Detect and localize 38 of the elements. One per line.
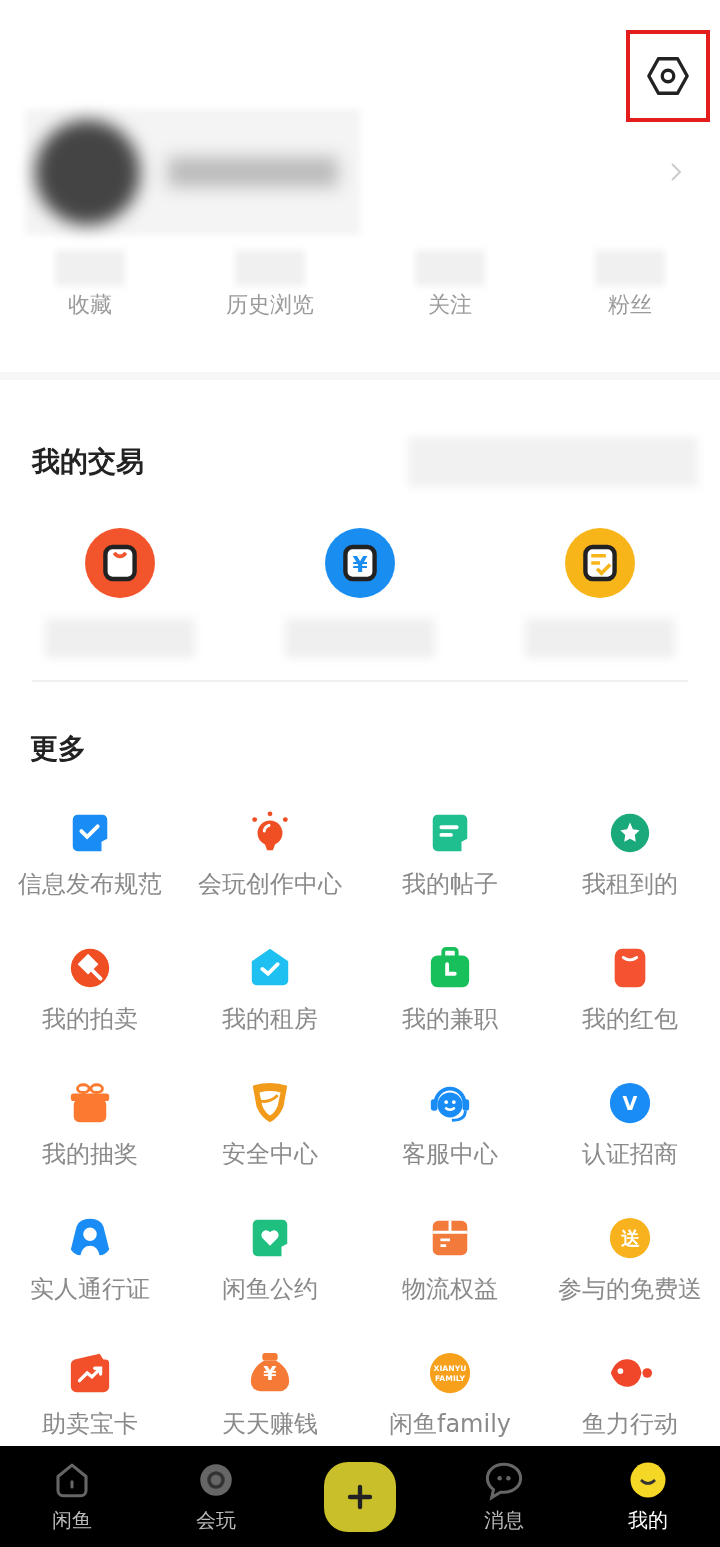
menu-item-label[interactable]: 鱼力行动 bbox=[582, 1408, 678, 1440]
stat-label[interactable]: 粉丝 bbox=[608, 290, 652, 320]
menu-item-label[interactable]: 闲鱼family bbox=[388, 1408, 512, 1440]
chevron-icon bbox=[670, 162, 682, 182]
yuan-icon[interactable]: ¥ bbox=[325, 528, 395, 598]
post-button[interactable] bbox=[324, 1461, 396, 1532]
menu-item-label[interactable]: 天天赚钱 bbox=[222, 1408, 318, 1440]
doc-icon[interactable] bbox=[565, 528, 635, 598]
menu-item-label[interactable]: 我的红包 bbox=[582, 1003, 678, 1035]
bag-icon[interactable] bbox=[85, 528, 155, 598]
menu-item-label[interactable]: 我的租房 bbox=[222, 1003, 318, 1035]
stat-label[interactable]: 关注 bbox=[428, 290, 472, 320]
menu-item-label[interactable]: 客服中心 bbox=[402, 1138, 498, 1170]
stat-label[interactable]: 历史浏览 bbox=[226, 290, 314, 320]
menu-item-label[interactable]: 安全中心 bbox=[222, 1138, 318, 1170]
menu-item-label[interactable]: 物流权益 bbox=[402, 1273, 498, 1305]
menu-item-label[interactable]: 闲鱼公约 bbox=[222, 1273, 318, 1305]
menu-item-label[interactable]: 我的抽奖 bbox=[42, 1138, 138, 1170]
section-title: 更多 bbox=[30, 731, 86, 767]
tab[interactable]: 我的 bbox=[576, 1459, 720, 1534]
menu-item-label[interactable]: 信息发布规范 bbox=[18, 868, 162, 900]
section-title: 我的交易 bbox=[32, 444, 144, 480]
tab[interactable]: 闲鱼 bbox=[0, 1459, 144, 1534]
menu-item-label[interactable]: 参与的免费送 bbox=[558, 1273, 702, 1305]
tab[interactable]: 会玩 bbox=[144, 1459, 288, 1534]
tab[interactable]: 消息 bbox=[432, 1459, 576, 1534]
menu-item-label[interactable]: 我的兼职 bbox=[402, 1003, 498, 1035]
menu-item-label[interactable]: 我租到的 bbox=[582, 868, 678, 900]
glyph-circle-icon[interactable]: V bbox=[607, 1080, 653, 1126]
menu-item-label[interactable]: 助卖宝卡 bbox=[42, 1408, 138, 1440]
menu-item-label[interactable]: 会玩创作中心 bbox=[198, 868, 342, 900]
menu-item-label[interactable]: 实人通行证 bbox=[30, 1273, 150, 1305]
glyph-circle-icon[interactable]: 送 bbox=[607, 1215, 653, 1261]
menu-item-label[interactable]: 我的帖子 bbox=[402, 868, 498, 900]
glyph-circle-icon[interactable]: XIANYU FAMILY bbox=[427, 1350, 473, 1396]
menu-item-label[interactable]: 我的拍卖 bbox=[42, 1003, 138, 1035]
stat-label[interactable]: 收藏 bbox=[68, 290, 112, 320]
menu-item-label[interactable]: 认证招商 bbox=[582, 1138, 678, 1170]
